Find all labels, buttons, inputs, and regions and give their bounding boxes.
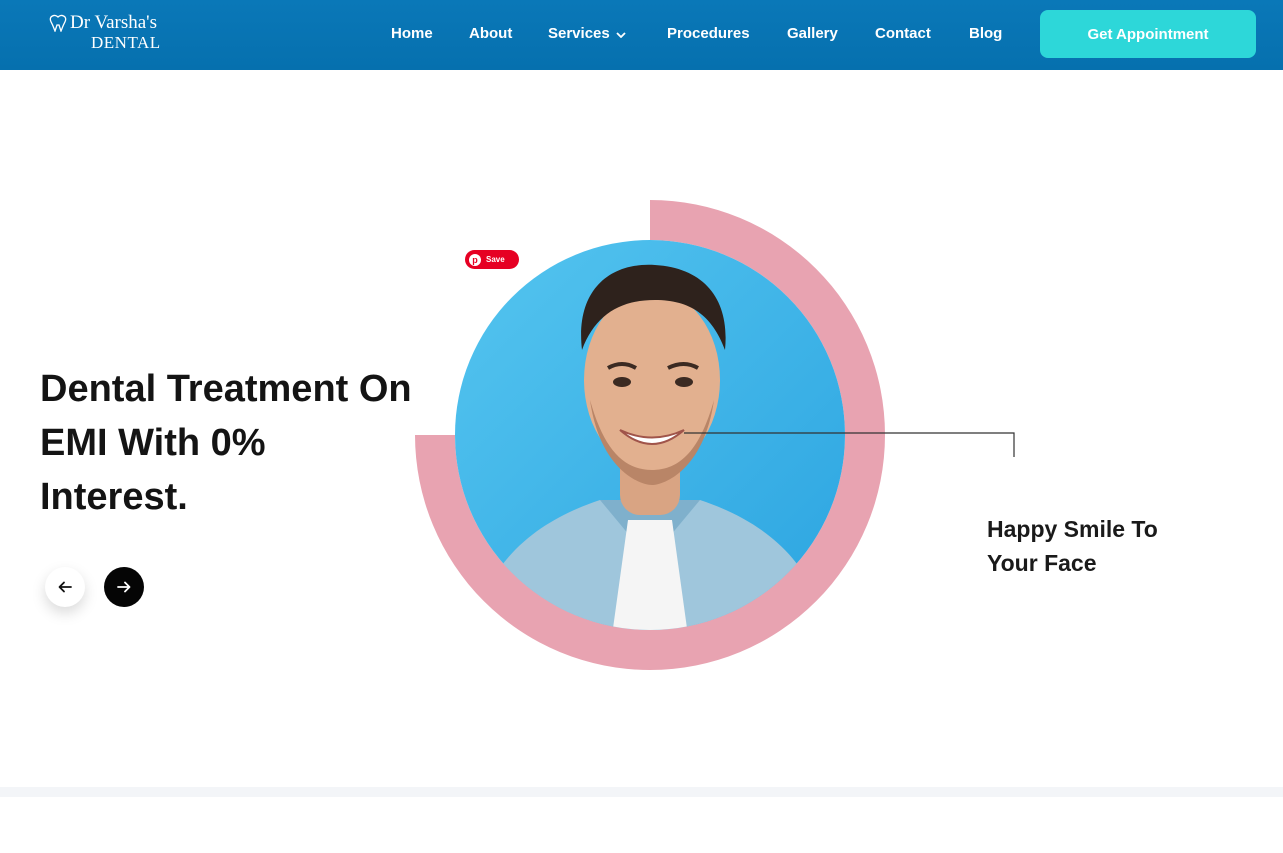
hero-visual [415, 200, 1015, 670]
hero-caption: Happy Smile To Your Face [987, 516, 1158, 576]
pinterest-save-label: Save [486, 255, 505, 264]
pinterest-icon: p [469, 253, 481, 266]
section-divider [0, 787, 1283, 797]
pinterest-save-button[interactable]: p Save [465, 250, 519, 269]
